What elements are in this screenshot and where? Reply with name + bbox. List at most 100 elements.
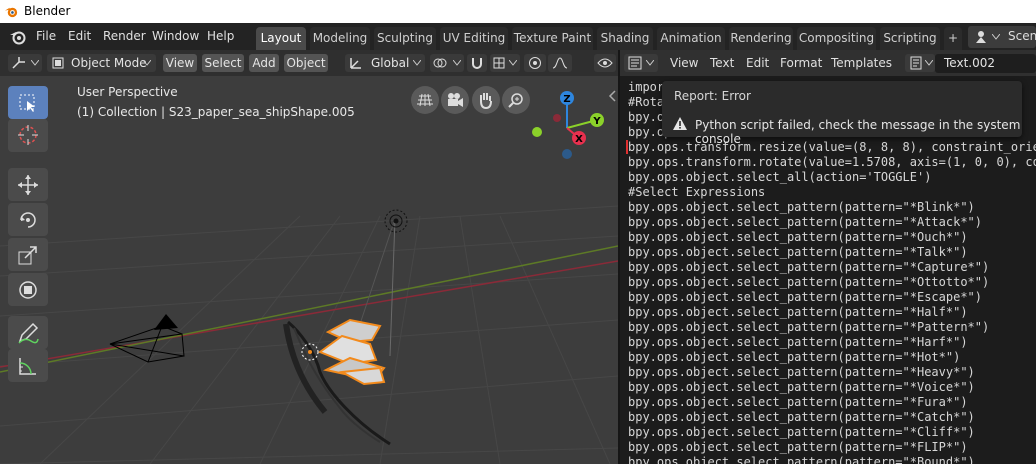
error-report-popup: Report: Error Python script failed, chec…	[662, 81, 1022, 146]
snap-target-dropdown[interactable]	[490, 54, 520, 72]
tab-sculpting[interactable]: Sculpting	[374, 27, 436, 50]
warning-icon	[673, 117, 687, 130]
proportional-icon	[529, 57, 541, 69]
3d-viewport[interactable]: User Perspective (1) Collection | S23_pa…	[0, 76, 618, 464]
code-line: #Select Expressions	[628, 185, 766, 199]
visibility-dropdown[interactable]	[594, 54, 616, 72]
scene-selector[interactable]: Scene	[968, 26, 1036, 48]
code-line: bpy.ops.object.select_pattern(pattern="*…	[628, 335, 968, 349]
tab-compositing[interactable]: Compositing	[797, 27, 876, 50]
measure-tool[interactable]	[8, 349, 48, 382]
viewport-collection-label: (1) Collection | S23_paper_sea_shipShape…	[77, 105, 355, 119]
text-menu-format[interactable]: Format	[780, 56, 822, 70]
falloff-curve-icon	[552, 57, 568, 69]
blender-menu-icon[interactable]	[9, 29, 27, 45]
navigation-gizmo[interactable]: Z Y X	[527, 88, 607, 166]
pivot-point-dropdown[interactable]	[430, 54, 464, 72]
scene-icon	[976, 31, 986, 43]
proportional-edit-toggle[interactable]	[524, 54, 546, 72]
code-line: bpy.ops.object.select_pattern(pattern="*…	[628, 245, 968, 259]
sidebar-toggle-icon[interactable]	[608, 90, 616, 102]
menu-help[interactable]: Help	[207, 29, 234, 43]
tab-animation[interactable]: Animation	[657, 27, 725, 50]
proportional-falloff-dropdown[interactable]	[548, 54, 572, 72]
select-box-tool[interactable]	[8, 86, 48, 119]
scene-name: Scene	[1008, 29, 1036, 43]
measure-ruler-icon	[19, 358, 36, 375]
mode-label: Object Mode	[71, 56, 147, 70]
add-workspace-button[interactable]: +	[944, 27, 962, 50]
scale-tool[interactable]	[8, 238, 48, 271]
object-menu-button[interactable]: Object	[284, 54, 328, 72]
annotate-pencil-icon	[18, 322, 39, 344]
menu-edit[interactable]: Edit	[68, 29, 91, 43]
selected-ship-mesh[interactable]	[280, 312, 400, 452]
snap-grid-icon	[493, 57, 505, 69]
chevron-down-icon	[925, 60, 933, 66]
editor-type-button[interactable]	[624, 54, 658, 72]
chevron-down-icon	[31, 60, 39, 66]
rotate-tool[interactable]	[8, 203, 48, 236]
snap-toggle[interactable]	[467, 54, 487, 72]
window-titlebar: Blender	[0, 0, 1036, 23]
text-menu-text[interactable]: Text	[710, 56, 734, 70]
menu-file[interactable]: File	[36, 29, 56, 43]
object-mode-icon	[52, 57, 64, 69]
tab-texture-paint[interactable]: Texture Paint	[512, 27, 593, 50]
transform-tool[interactable]	[8, 273, 48, 306]
tab-uv-editing[interactable]: UV Editing	[440, 27, 508, 50]
editor-type-button[interactable]	[8, 54, 42, 72]
code-line: bpy.ops.object.select_pattern(pattern="*…	[628, 425, 975, 439]
move-tool[interactable]	[8, 168, 48, 201]
tab-rendering[interactable]: Rendering	[729, 27, 793, 50]
rotate-icon	[20, 212, 36, 228]
chevron-down-icon	[413, 60, 421, 66]
toggle-camera-view-button[interactable]	[411, 86, 439, 114]
code-line: bpy.ops.object.select_pattern(pattern="*…	[628, 440, 968, 454]
mode-dropdown[interactable]: Object Mode	[47, 54, 156, 72]
orientation-label: Global	[371, 56, 410, 70]
text-browse-dropdown[interactable]	[905, 54, 935, 72]
zoom-icon	[508, 93, 523, 108]
pan-view-button[interactable]	[472, 86, 500, 114]
camera-object-icon[interactable]	[108, 312, 188, 368]
light-object-icon[interactable]	[382, 207, 410, 235]
tab-scripting[interactable]: Scripting	[880, 27, 940, 50]
axis-gizmo-icon	[12, 57, 25, 69]
menu-window[interactable]: Window	[152, 29, 199, 43]
camera-view-button[interactable]	[441, 86, 469, 114]
zoom-view-button[interactable]	[502, 86, 530, 114]
tab-layout[interactable]: Layout	[256, 27, 306, 50]
grid-view-icon	[417, 93, 433, 107]
text-menu-edit[interactable]: Edit	[746, 56, 769, 70]
report-message: Python script failed, check the message …	[695, 118, 1021, 146]
chevron-down-icon	[992, 34, 1000, 40]
add-menu-button[interactable]: Add	[249, 54, 279, 72]
text-name-field[interactable]: Text.002	[935, 54, 1036, 73]
code-line: bpy.ops.object.select_pattern(pattern="*…	[628, 455, 975, 464]
scale-icon	[18, 246, 37, 265]
tab-shading[interactable]: Shading	[597, 27, 653, 50]
code-line: bpy.ops.object.select_pattern(pattern="*…	[628, 215, 983, 229]
gizmo-y-label: Y	[592, 116, 601, 127]
gizmo-z-label: Z	[563, 94, 570, 105]
tab-modeling[interactable]: Modeling	[310, 27, 370, 50]
text-editor-icon	[628, 56, 642, 70]
code-line: bpy.ops.object.select_pattern(pattern="*…	[628, 200, 975, 214]
code-line: bpy.ops.object.select_pattern(pattern="*…	[628, 230, 968, 244]
text-menu-templates[interactable]: Templates	[831, 56, 892, 70]
chevron-down-icon	[143, 60, 151, 66]
annotate-tool[interactable]	[8, 316, 48, 349]
text-file-icon	[910, 56, 922, 70]
cursor-tool[interactable]	[8, 119, 48, 152]
select-box-icon	[19, 94, 35, 112]
code-line: bpy.ops.object.select_pattern(pattern="*…	[628, 395, 968, 409]
chevron-down-icon	[453, 60, 461, 66]
menu-render[interactable]: Render	[103, 29, 146, 43]
text-menu-view[interactable]: View	[670, 56, 698, 70]
view-menu-button[interactable]: View	[163, 54, 197, 72]
select-menu-button[interactable]: Select	[202, 54, 244, 72]
orientation-dropdown[interactable]: Global	[345, 54, 425, 72]
move-icon	[18, 175, 38, 195]
camera-icon	[448, 93, 463, 107]
